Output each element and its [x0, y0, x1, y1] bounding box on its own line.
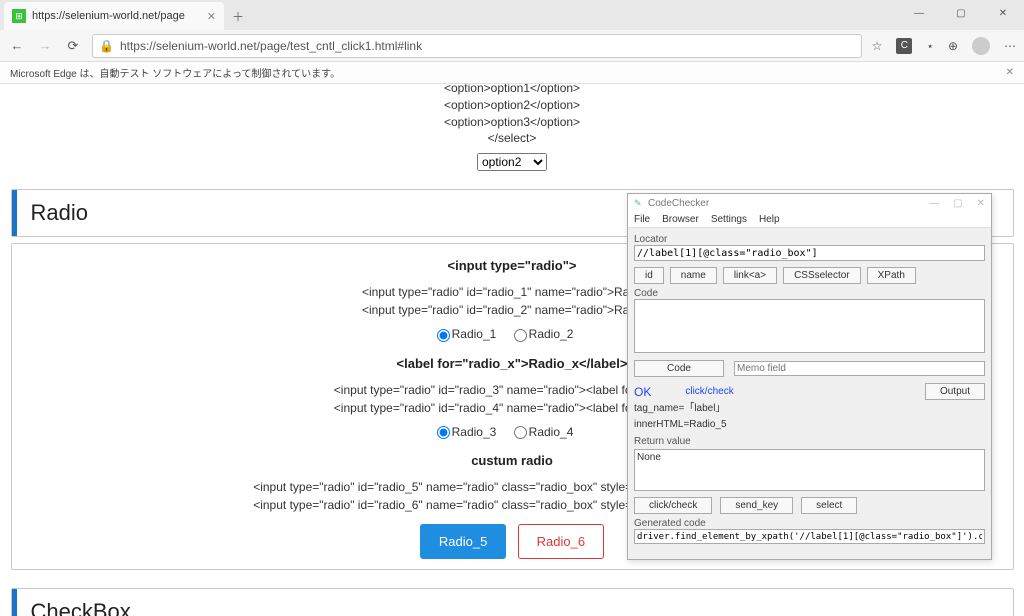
radio-4[interactable]: [514, 426, 527, 439]
radio-4-label[interactable]: Radio_4: [529, 425, 574, 439]
new-tab-button[interactable]: ＋: [224, 2, 252, 30]
cc-link-button[interactable]: link<a>: [723, 267, 777, 284]
favicon-icon: ⊞: [12, 9, 26, 23]
address-bar: ← → ⟳ 🔒 https://selenium-world.net/page/…: [0, 30, 1024, 62]
cc-return-box: None: [634, 449, 985, 491]
cc-memo-input[interactable]: [734, 361, 985, 376]
select-code-snippet: <option>option1</option> <option>option2…: [11, 84, 1014, 147]
cc-xpath-button[interactable]: XPath: [867, 267, 916, 284]
cc-sendkey-button[interactable]: send_key: [720, 497, 793, 514]
addfav-icon[interactable]: ⋆: [926, 39, 934, 53]
cc-titlebar[interactable]: ✎ CodeChecker — ▢ ✕: [628, 194, 991, 212]
cc-code-button[interactable]: Code: [634, 360, 724, 377]
cc-menu-settings[interactable]: Settings: [711, 214, 747, 225]
cc-menu-file[interactable]: File: [634, 214, 650, 225]
cc-menubar: File Browser Settings Help: [628, 212, 991, 228]
radio-2-label[interactable]: Radio_2: [529, 327, 574, 341]
cc-generated-input[interactable]: [634, 529, 985, 544]
cc-title-text: CodeChecker: [648, 198, 709, 209]
automation-infobar: Microsoft Edge は、自動テスト ソフトウェアによって制御されていま…: [0, 62, 1024, 84]
cc-clickcheck-link[interactable]: click/check: [685, 386, 733, 397]
cc-select-button[interactable]: select: [801, 497, 857, 514]
cc-tagname-text: tag_name=「label」: [634, 402, 985, 416]
radio-5-button[interactable]: Radio_5: [420, 524, 506, 559]
cc-close-icon[interactable]: ✕: [977, 198, 985, 209]
cc-maximize-icon[interactable]: ▢: [953, 198, 962, 209]
cc-locator-label: Locator: [634, 234, 985, 245]
cc-generated-label: Generated code: [634, 518, 985, 529]
cc-code-label: Code: [634, 288, 985, 299]
cc-menu-help[interactable]: Help: [759, 214, 780, 225]
radio-1[interactable]: [437, 329, 450, 342]
cc-name-button[interactable]: name: [670, 267, 717, 284]
window-controls: — ▢ ✕: [898, 0, 1024, 26]
radio-3[interactable]: [437, 426, 450, 439]
titlebar: ⊞ https://selenium-world.net/page ✕ ＋ — …: [0, 0, 1024, 30]
cc-menu-browser[interactable]: Browser: [662, 214, 699, 225]
close-window-button[interactable]: ✕: [982, 0, 1024, 26]
option-select[interactable]: option2: [477, 153, 547, 171]
url-input[interactable]: 🔒 https://selenium-world.net/page/test_c…: [92, 34, 862, 58]
infobar-text: Microsoft Edge は、自動テスト ソフトウェアによって制御されていま…: [10, 65, 340, 80]
cc-output-button[interactable]: Output: [925, 383, 985, 400]
cc-code-textarea[interactable]: [634, 299, 985, 353]
cc-ok-status: OK: [634, 385, 651, 399]
cc-css-button[interactable]: CSSselector: [783, 267, 861, 284]
menu-icon[interactable]: ⋯: [1004, 39, 1016, 53]
tab-close-icon[interactable]: ✕: [207, 10, 216, 23]
lock-icon: 🔒: [99, 39, 114, 53]
maximize-button[interactable]: ▢: [940, 0, 982, 26]
radio-1-label[interactable]: Radio_1: [452, 327, 497, 341]
cc-innerhtml-text: innerHTML=Radio_5: [634, 418, 985, 432]
checkbox-card: CheckBox: [11, 588, 1014, 616]
cc-id-button[interactable]: id: [634, 267, 664, 284]
cc-return-label: Return value: [634, 436, 985, 447]
minimize-button[interactable]: —: [898, 0, 940, 26]
url-text: https://selenium-world.net/page/test_cnt…: [120, 39, 422, 53]
browser-tab[interactable]: ⊞ https://selenium-world.net/page ✕: [4, 2, 224, 30]
profile-avatar[interactable]: [972, 37, 990, 55]
forward-button[interactable]: →: [36, 38, 54, 53]
favorite-icon[interactable]: ☆: [872, 39, 883, 53]
cc-locator-input[interactable]: [634, 245, 985, 261]
collections-icon[interactable]: C: [896, 38, 912, 54]
radio-6-button[interactable]: Radio_6: [518, 524, 604, 559]
radio-3-label[interactable]: Radio_3: [452, 425, 497, 439]
back-button[interactable]: ←: [8, 38, 26, 53]
infobar-close-icon[interactable]: ✕: [1006, 67, 1014, 78]
checkbox-heading: CheckBox: [12, 589, 1013, 616]
radio-2[interactable]: [514, 329, 527, 342]
cc-minimize-icon[interactable]: —: [929, 198, 939, 209]
extensions-icon[interactable]: ⊕: [948, 39, 958, 53]
tab-title: https://selenium-world.net/page: [32, 10, 185, 22]
refresh-button[interactable]: ⟳: [64, 38, 82, 54]
cc-clickcheck-button[interactable]: click/check: [634, 497, 712, 514]
feather-icon: ✎: [634, 198, 644, 208]
codechecker-window[interactable]: ✎ CodeChecker — ▢ ✕ File Browser Setting…: [627, 193, 992, 560]
